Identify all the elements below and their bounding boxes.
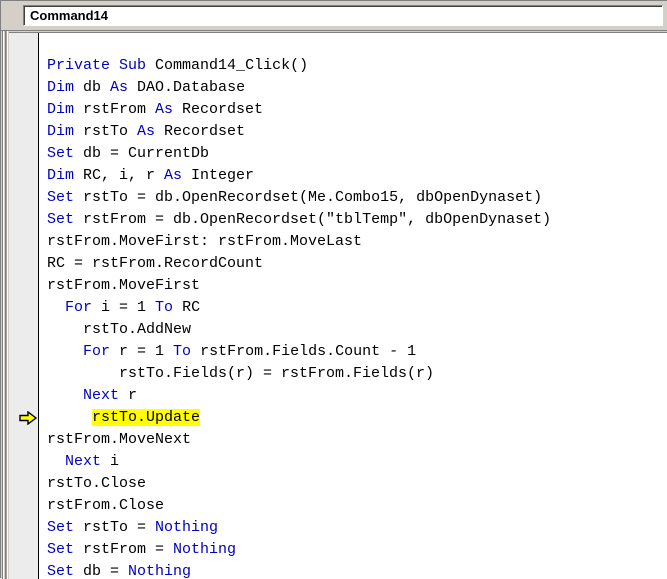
code-keyword: As xyxy=(137,123,156,140)
code-line[interactable]: Set db = Nothing xyxy=(39,561,667,579)
rail-highlight-line xyxy=(3,1,4,579)
code-pane[interactable]: Private Sub Command14_Click() Dim db As D… xyxy=(9,32,667,579)
code-line[interactable]: Set db = CurrentDb xyxy=(39,143,667,165)
right-arrow-icon xyxy=(19,410,38,426)
code-line[interactable]: Set rstFrom = Nothing xyxy=(39,539,667,561)
code-identifier: db xyxy=(74,79,111,96)
code-identifier: rstTo.Close xyxy=(47,475,147,492)
code-identifier: rstFrom = xyxy=(74,541,174,558)
code-line[interactable]: rstFrom.Close xyxy=(39,495,667,517)
code-identifier: db = CurrentDb xyxy=(74,145,210,162)
code-identifier: rstTo = xyxy=(74,519,156,536)
code-line[interactable]: For r = 1 To rstFrom.Fields.Count - 1 xyxy=(39,341,667,363)
code-identifier: rstFrom xyxy=(74,101,156,118)
code-keyword: Set xyxy=(47,541,75,558)
object-dropdown-row: Command14 xyxy=(1,1,667,31)
code-identifier: i = 1 xyxy=(92,299,156,316)
code-identifier: RC, i, r xyxy=(74,167,165,184)
code-line[interactable]: Dim db As DAO.Database xyxy=(39,77,667,99)
code-top-gap xyxy=(39,33,667,55)
code-line[interactable]: For i = 1 To RC xyxy=(39,297,667,319)
code-keyword: To xyxy=(155,299,174,316)
code-identifier: rstFrom.Close xyxy=(47,497,165,514)
code-keyword: Nothing xyxy=(128,563,192,579)
code-line[interactable]: Dim rstFrom As Recordset xyxy=(39,99,667,121)
code-keyword: For xyxy=(83,343,111,360)
code-line[interactable]: rstTo.Fields(r) = rstFrom.Fields(r) xyxy=(39,363,667,385)
code-line[interactable]: RC = rstFrom.RecordCount xyxy=(39,253,667,275)
code-line[interactable]: rstTo.AddNew xyxy=(39,319,667,341)
code-keyword: As xyxy=(110,79,129,96)
code-identifier: r = 1 xyxy=(110,343,174,360)
code-line[interactable]: rstFrom.MoveNext xyxy=(39,429,667,451)
code-line[interactable]: Next i xyxy=(39,451,667,473)
code-identifier: rstFrom.MoveFirst: rstFrom.MoveLast xyxy=(47,233,363,250)
code-keyword: Set xyxy=(47,189,75,206)
code-keyword: Sub xyxy=(119,57,147,74)
code-line[interactable]: Set rstFrom = db.OpenRecordset("tblTemp"… xyxy=(39,209,667,231)
code-identifier: rstFrom = db.OpenRecordset("tblTemp", db… xyxy=(74,211,552,228)
code-keyword: Set xyxy=(47,563,75,579)
code-identifier xyxy=(47,299,65,316)
code-line[interactable]: rstTo.Close xyxy=(39,473,667,495)
code-identifier: RC = rstFrom.RecordCount xyxy=(47,255,264,272)
code-identifier: rstTo.AddNew xyxy=(47,321,192,338)
object-combobox[interactable]: Command14 xyxy=(23,5,663,26)
code-line[interactable]: Dim rstTo As Recordset xyxy=(39,121,667,143)
code-identifier: rstTo = db.OpenRecordset(Me.Combo15, dbO… xyxy=(74,189,543,206)
code-keyword: Set xyxy=(47,145,75,162)
code-margin-indicator-bar[interactable] xyxy=(9,33,38,579)
code-keyword: Nothing xyxy=(173,541,237,558)
code-identifier: Integer xyxy=(182,167,255,184)
code-identifier: Recordset xyxy=(155,123,246,140)
editor-left-rail xyxy=(1,1,9,579)
code-keyword: Next xyxy=(83,387,120,404)
code-line[interactable]: Dim RC, i, r As Integer xyxy=(39,165,667,187)
code-keyword: Set xyxy=(47,211,75,228)
code-identifier: rstTo xyxy=(74,123,138,140)
code-identifier xyxy=(110,57,119,74)
code-identifier: r xyxy=(119,387,138,404)
code-identifier: i xyxy=(101,453,120,470)
code-keyword: As xyxy=(164,167,183,184)
code-line[interactable]: rstFrom.MoveFirst: rstFrom.MoveLast xyxy=(39,231,667,253)
code-keyword: For xyxy=(65,299,93,316)
code-keyword: Next xyxy=(65,453,102,470)
code-keyword: Private xyxy=(47,57,111,74)
code-line[interactable]: Next r xyxy=(39,385,667,407)
code-keyword: Nothing xyxy=(155,519,219,536)
code-identifier: Command14_Click() xyxy=(146,57,309,74)
code-line[interactable]: rstTo.Update xyxy=(39,407,667,429)
code-keyword: To xyxy=(173,343,192,360)
rail-highlight-line-2 xyxy=(7,1,8,579)
code-line[interactable]: Set rstTo = Nothing xyxy=(39,517,667,539)
code-identifier xyxy=(47,409,92,426)
code-keyword: Dim xyxy=(47,79,75,96)
code-identifier: db = xyxy=(74,563,129,579)
code-keyword: Dim xyxy=(47,101,75,118)
code-keyword: As xyxy=(155,101,174,118)
code-identifier: RC xyxy=(173,299,201,316)
code-keyword: Dim xyxy=(47,167,75,184)
object-combobox-value: Command14 xyxy=(30,8,109,23)
code-identifier: Recordset xyxy=(173,101,264,118)
code-identifier: rstFrom.MoveNext xyxy=(47,431,192,448)
code-line[interactable]: rstFrom.MoveFirst xyxy=(39,275,667,297)
code-keyword: Dim xyxy=(47,123,75,140)
code-line[interactable]: Private Sub Command14_Click() xyxy=(39,55,667,77)
code-line[interactable]: Set rstTo = db.OpenRecordset(Me.Combo15,… xyxy=(39,187,667,209)
code-identifier: rstTo.Fields(r) = rstFrom.Fields(r) xyxy=(47,365,435,382)
code-text-area[interactable]: Private Sub Command14_Click() Dim db As D… xyxy=(39,33,667,579)
code-identifier xyxy=(47,387,83,404)
vba-code-editor-window: Command14 Private Sub Command14_Click() D… xyxy=(0,0,667,579)
code-keyword: Set xyxy=(47,519,75,536)
code-identifier: rstFrom.Fields.Count - 1 xyxy=(191,343,417,360)
code-identifier xyxy=(47,343,83,360)
code-identifier: DAO.Database xyxy=(128,79,246,96)
code-highlighted-statement: rstTo.Update xyxy=(92,409,201,426)
code-identifier xyxy=(47,453,65,470)
code-identifier: rstFrom.MoveFirst xyxy=(47,277,201,294)
